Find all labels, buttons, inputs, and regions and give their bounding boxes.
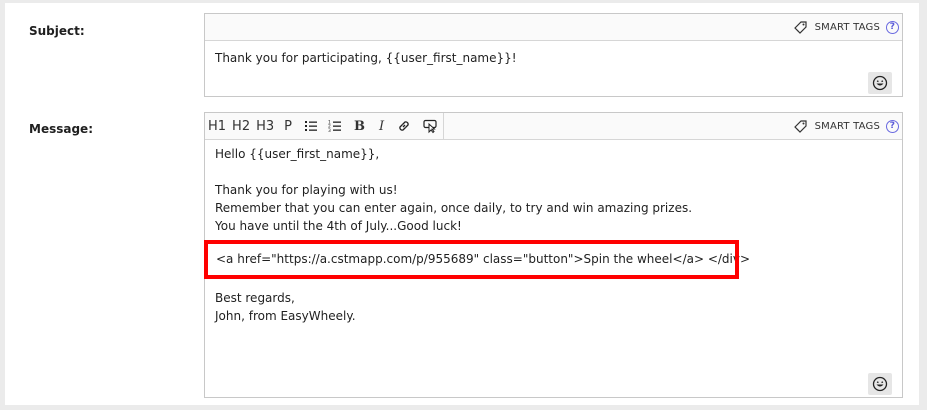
subject-help-icon[interactable]: ? (886, 20, 899, 34)
message-line-body-2: Remember that you can enter again, once … (215, 201, 693, 215)
subject-input[interactable]: Thank you for participating, {{user_firs… (205, 41, 902, 73)
message-line-closing-1: Best regards, (215, 291, 295, 305)
tag-icon (793, 19, 809, 35)
numbered-list-icon: 123 (328, 120, 341, 133)
svg-text:3: 3 (328, 128, 331, 133)
bold-button[interactable]: B (347, 113, 372, 139)
link-icon (399, 121, 409, 131)
toolbar-divider (443, 113, 445, 139)
heading2-button[interactable]: H2 (229, 113, 253, 139)
cursor-button-icon (423, 119, 437, 134)
message-smart-tags-button[interactable]: SMART TAGS ? (793, 118, 899, 134)
message-toolbar: H1 H2 H3 P 123 B I SMART TAGS ? (205, 113, 902, 140)
tag-icon (793, 118, 809, 134)
message-label: Message: (29, 122, 93, 136)
subject-label: Subject: (29, 24, 85, 38)
message-line-greeting: Hello {{user_first_name}}, (215, 147, 380, 161)
message-body[interactable]: Hello {{user_first_name}}, Thank you for… (205, 140, 902, 331)
bullet-list-button[interactable] (299, 113, 323, 139)
subject-topbar: SMART TAGS ? (205, 14, 902, 41)
emoji-face-icon (872, 376, 888, 392)
highlight-box (204, 240, 739, 279)
subject-editor[interactable]: SMART TAGS ? Thank you for participating… (204, 13, 903, 97)
message-help-icon[interactable]: ? (886, 119, 899, 133)
paragraph-button[interactable]: P (277, 113, 299, 139)
bullet-list-icon (304, 121, 317, 131)
italic-button[interactable]: I (372, 113, 391, 139)
heading3-button[interactable]: H3 (253, 113, 277, 139)
link-button[interactable] (391, 113, 417, 139)
button-insert-button[interactable] (417, 113, 443, 139)
numbered-list-button[interactable]: 123 (323, 113, 347, 139)
subject-emoji-button[interactable] (868, 72, 892, 94)
message-line-body-3: You have until the 4th of July...Good lu… (215, 219, 462, 233)
message-smart-tags-label: SMART TAGS (814, 120, 880, 132)
emoji-face-icon (872, 75, 888, 91)
message-emoji-button[interactable] (868, 373, 892, 395)
subject-smart-tags-button[interactable]: SMART TAGS ? (793, 19, 899, 35)
message-line-closing-2: John, from EasyWheely. (215, 309, 356, 323)
message-line-body-1: Thank you for playing with us! (215, 183, 398, 197)
subject-smart-tags-label: SMART TAGS (814, 21, 880, 33)
heading1-button[interactable]: H1 (205, 113, 229, 139)
